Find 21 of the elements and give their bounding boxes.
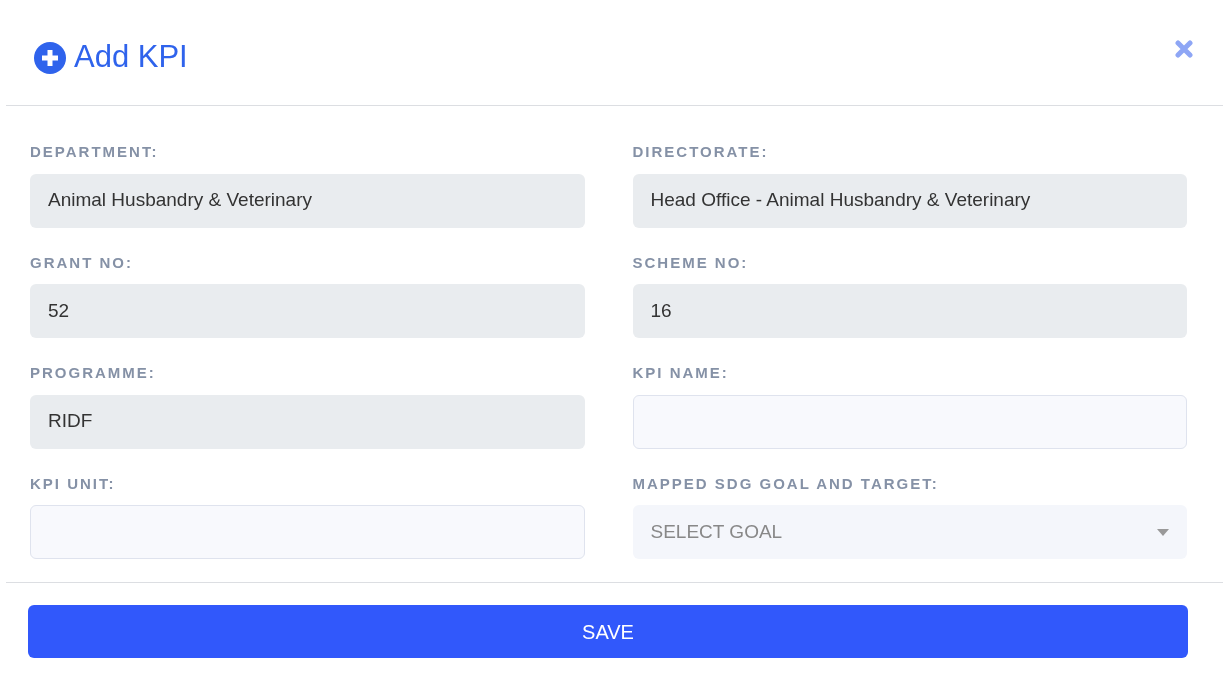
save-button[interactable]: SAVE (28, 605, 1188, 658)
field-label: KPI NAME: (632, 363, 730, 383)
read-only-field: Head Office - Animal Husbandry & Veterinary (632, 173, 1187, 228)
field-label: SCHEME NO: (632, 252, 750, 273)
read-only-field: RIDF (30, 394, 585, 449)
input-field[interactable] (30, 505, 585, 559)
caret-icon (1157, 528, 1169, 536)
dialog-title: Add KPI (74, 38, 188, 77)
field-label: GRANT NO: (30, 252, 134, 273)
field-label: PROGRAMME: (30, 363, 157, 383)
read-only-field: 52 (30, 284, 585, 338)
field-label: KPI UNIT: (30, 473, 117, 494)
field-label: MAPPED SDG GOAL AND TARGET: (632, 473, 940, 494)
input-field[interactable] (632, 394, 1187, 449)
read-only-field: 16 (632, 284, 1187, 338)
field-label: DIRECTORATE: (632, 142, 770, 162)
select-dropdown[interactable]: SELECT GOAL (632, 505, 1187, 559)
close-button[interactable] (1173, 37, 1195, 60)
read-only-field: Animal Husbandry & Veterinary (30, 173, 585, 228)
plus-circle-icon (34, 41, 66, 74)
field-label: DEPARTMENT: (30, 142, 160, 162)
